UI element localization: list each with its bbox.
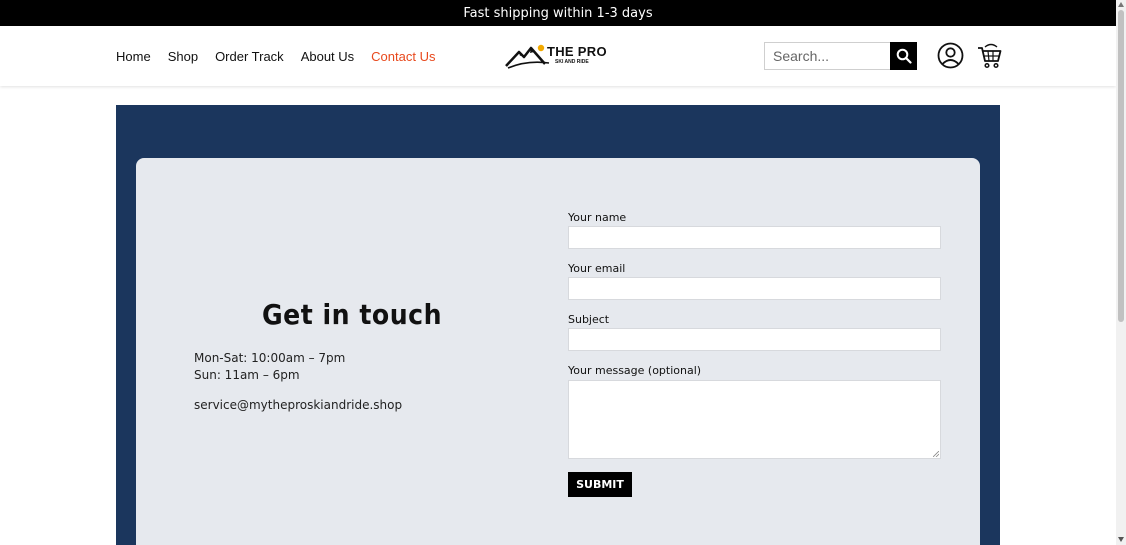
message-textarea[interactable] [568, 380, 941, 459]
business-hours: Mon-Sat: 10:00am – 7pm Sun: 11am – 6pm [194, 350, 345, 384]
site-header: Home Shop Order Track About Us Contact U… [0, 26, 1116, 86]
nav-order-track[interactable]: Order Track [215, 49, 284, 64]
search-icon [896, 48, 912, 64]
search-form [764, 42, 917, 70]
hours-weekday: Mon-Sat: 10:00am – 7pm [194, 351, 346, 365]
hours-weekend: Sun: 11am – 6pm [194, 368, 300, 382]
scroll-thumb[interactable] [1118, 10, 1124, 322]
nav-about-us[interactable]: About Us [301, 49, 354, 64]
search-button[interactable] [890, 42, 917, 70]
nav-home[interactable]: Home [116, 49, 151, 64]
email-label: Your email [568, 262, 626, 275]
contact-title: Get in touch [261, 298, 443, 331]
announcement-text: Fast shipping within 1-3 days [463, 5, 653, 21]
contact-email[interactable]: service@mytheproskiandride.shop [194, 398, 402, 412]
subject-label: Subject [568, 313, 610, 326]
user-icon[interactable] [937, 42, 964, 69]
mountain-logo-icon [505, 44, 550, 69]
scrollbar[interactable] [1116, 0, 1126, 545]
submit-button[interactable]: SUBMIT [568, 472, 632, 497]
announcement-bar: Fast shipping within 1-3 days [0, 0, 1116, 26]
scroll-down-icon[interactable] [1118, 537, 1124, 542]
subject-field[interactable] [568, 328, 941, 351]
resize-grip-icon[interactable] [933, 451, 939, 457]
main-nav: Home Shop Order Track About Us Contact U… [116, 26, 435, 86]
name-field[interactable] [568, 226, 941, 249]
scroll-up-icon[interactable] [1118, 2, 1124, 7]
logo-subtext: SKI AND RIDE [555, 59, 589, 65]
message-label: Your message (optional) [568, 364, 702, 377]
nav-shop[interactable]: Shop [168, 49, 198, 64]
email-field[interactable] [568, 277, 941, 300]
logo-text: THE PRO [547, 44, 607, 59]
name-label: Your name [568, 211, 627, 224]
nav-contact-us[interactable]: Contact Us [371, 49, 435, 64]
cart-icon[interactable] [977, 42, 1002, 69]
search-input[interactable] [764, 42, 890, 70]
site-logo[interactable]: THE PRO SKI AND RIDE [505, 42, 611, 70]
